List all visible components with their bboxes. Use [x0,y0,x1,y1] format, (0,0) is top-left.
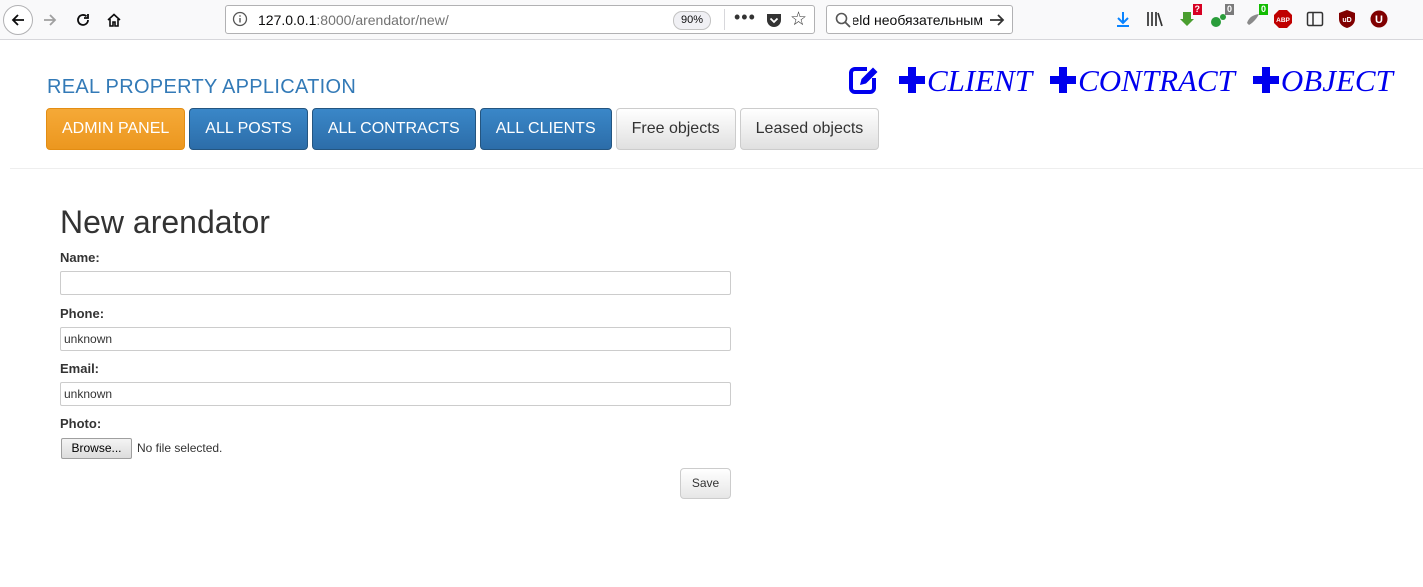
admin-panel-button[interactable]: ADMIN PANEL [46,108,186,150]
add-client-label: CLIENT [927,62,1033,98]
extension-badge: ? [1192,4,1202,15]
quick-add-links: CLIENT CONTRACT OBJECT [847,60,1393,100]
save-button[interactable]: Save [680,468,731,499]
phone-input[interactable] [60,327,731,351]
edit-icon[interactable] [847,64,879,96]
url-separator [724,9,725,30]
svg-text:U: U [1375,14,1383,26]
add-contract-link[interactable]: CONTRACT [1048,65,1235,96]
reload-icon [77,14,89,26]
sidebar-icon [1306,11,1324,27]
add-object-link[interactable]: OBJECT [1251,65,1393,96]
browser-toolbar: 127.0.0.1:8000/arendator/new/ 90% ••• ☆ … [0,0,1423,40]
svg-text:uD: uD [1342,17,1351,24]
info-icon[interactable] [232,11,248,27]
url-bar[interactable]: 127.0.0.1:8000/arendator/new/ 90% ••• ☆ [225,5,815,34]
zoom-level-badge[interactable]: 90% [673,11,712,30]
main-nav: ADMIN PANEL ALL POSTS ALL CONTRACTS ALL … [46,108,880,150]
extension-badge: 0 [1258,4,1268,15]
bookmark-star-icon[interactable]: ☆ [790,8,807,31]
email-input[interactable] [60,382,731,406]
plus-icon [899,67,925,93]
photo-label: Photo: [60,416,102,431]
url-host: 127.0.0.1 [258,12,317,28]
add-client-link[interactable]: CLIENT [897,65,1032,96]
phone-label: Phone: [60,306,105,321]
leased-objects-button[interactable]: Leased objects [739,108,880,150]
search-go-icon[interactable] [987,10,1007,30]
url-text[interactable]: 127.0.0.1:8000/arendator/new/ [258,12,449,28]
file-status: No file selected. [137,441,223,455]
url-path: :8000/arendator/new/ [316,12,449,28]
all-posts-button[interactable]: ALL POSTS [189,108,308,150]
name-input[interactable] [60,271,731,295]
reload-button[interactable] [69,6,97,34]
reader-view-button[interactable] [1304,8,1326,30]
add-contract-label: CONTRACT [1078,62,1235,98]
adblock-plus-icon: ABP [1274,10,1292,28]
library-button[interactable] [1144,8,1166,30]
extension-hand[interactable]: 0 [1242,4,1268,30]
ublock-shield-icon: uD [1339,10,1355,28]
extension-puzzle[interactable]: 0 [1208,4,1234,30]
all-clients-button[interactable]: ALL CLIENTS [479,108,612,150]
page-actions-icon[interactable]: ••• [734,7,756,28]
home-icon [107,13,121,27]
email-label: Email: [60,361,100,376]
arrow-left-icon [11,14,24,26]
arrow-right-icon [44,14,57,26]
adblock-plus-button[interactable]: ABP [1272,8,1294,30]
pocket-icon[interactable] [765,11,783,29]
browse-button[interactable]: Browse... [61,438,132,459]
search-input[interactable]: eld необязательным [853,12,983,28]
forward-button[interactable] [36,6,64,34]
search-bar[interactable]: eld необязательным [826,5,1013,34]
extension-badge: 0 [1224,4,1234,15]
free-objects-button[interactable]: Free objects [615,108,736,150]
umatrix-button[interactable]: U [1368,8,1390,30]
plus-icon [1050,67,1077,93]
add-object-label: OBJECT [1280,62,1393,98]
ublock-button[interactable]: uD [1336,8,1358,30]
home-button[interactable] [100,6,128,34]
header-divider [10,168,1423,169]
page-title: New arendator [60,204,270,240]
download-arrow-icon [1117,12,1129,27]
extension-download-helper[interactable]: ? [1176,4,1202,30]
downloads-button[interactable] [1112,8,1134,30]
svg-text:ABP: ABP [1276,17,1290,24]
all-contracts-button[interactable]: ALL CONTRACTS [311,108,476,150]
u-badge-icon: U [1370,10,1388,28]
back-button[interactable] [3,5,33,35]
plus-icon [1252,67,1279,93]
library-icon [1147,12,1163,27]
brand-title[interactable]: REAL PROPERTY APPLICATION [47,76,356,99]
name-label: Name: [60,250,100,265]
search-icon [835,12,851,28]
